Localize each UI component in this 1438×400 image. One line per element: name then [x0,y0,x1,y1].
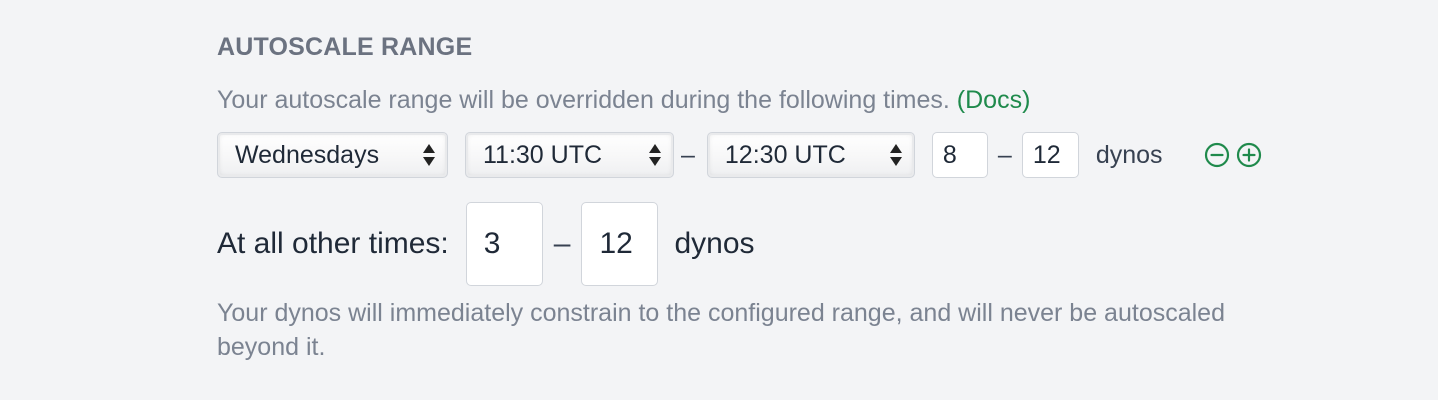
schedule-row: Wednesdays 11:30 UTC – 12:30 UTC 8 – 12 … [217,132,1262,178]
default-max-dynos-input[interactable]: 12 [581,202,659,286]
time-range-separator: – [681,140,695,169]
default-range-separator: – [553,227,571,260]
schedule-max-dynos-input[interactable]: 12 [1021,132,1079,178]
dynos-range-separator: – [997,140,1012,169]
default-range-label: At all other times: [217,227,449,260]
end-time-select[interactable]: 12:30 UTC [706,132,915,178]
start-time-value: 11:30 UTC [483,140,603,169]
default-min-dynos-input[interactable]: 3 [465,202,543,286]
start-time-select[interactable]: 11:30 UTC [465,132,674,178]
select-arrows-icon [423,144,435,166]
default-dynos-unit-label: dynos [674,227,755,260]
select-arrows-icon [889,144,902,166]
end-time-value: 12:30 UTC [724,140,846,169]
day-select[interactable]: Wednesdays [217,132,448,178]
section-heading: AUTOSCALE RANGE [217,33,473,61]
description-text: Your autoscale range will be overridden … [217,86,950,114]
footer-note: Your dynos will immediately constrain to… [217,299,1225,361]
section-description: Your autoscale range will be overridden … [217,86,1030,115]
docs-link[interactable]: (Docs) [957,86,1031,114]
row-actions [1204,142,1262,168]
schedule-min-dynos-input[interactable]: 8 [931,132,988,178]
plus-circle-icon[interactable] [1236,142,1262,168]
day-select-value: Wednesdays [235,140,380,169]
minus-circle-icon[interactable] [1204,142,1230,168]
select-arrows-icon [649,144,661,166]
default-range-row: At all other times: 3 – 12 dynos [217,202,755,286]
dynos-unit-label: dynos [1095,140,1163,169]
